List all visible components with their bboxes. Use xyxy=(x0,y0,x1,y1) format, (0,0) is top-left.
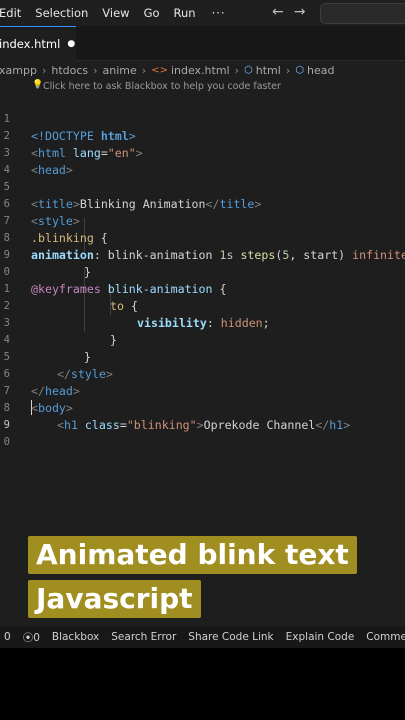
code-line-5[interactable]: 5 <title>Blinking Animation</title> xyxy=(0,162,405,211)
chevron-right-icon: › xyxy=(285,63,291,77)
menu-view[interactable]: View xyxy=(102,6,129,20)
breadcrumb-item-xampp[interactable]: xampp xyxy=(0,64,37,77)
element-cube-icon: ⬡ xyxy=(295,64,304,76)
status-explain-code[interactable]: Explain Code xyxy=(286,631,355,643)
tab-bar: index.html ● xyxy=(0,26,405,61)
chevron-right-icon: › xyxy=(141,63,147,77)
status-blackbox[interactable]: Blackbox xyxy=(52,631,99,643)
errors-count[interactable]: 0 xyxy=(4,631,11,643)
element-cube-icon: ⬡ xyxy=(244,64,253,76)
caption-line-2: Javascript xyxy=(28,580,201,618)
blackbox-hint[interactable]: 💡 Click here to ask Blackbox to help you… xyxy=(0,80,405,94)
caption-line-1: Animated blink text xyxy=(28,536,357,574)
code-line-10[interactable]: 0 @keyframes blink-animation { xyxy=(0,247,405,296)
arrow-right-icon[interactable]: → xyxy=(294,4,306,20)
menu-bar: Edit Selection View Go Run ··· ← → xyxy=(0,0,405,26)
breadcrumb: xampp › htdocs › anime › <> index.html ›… xyxy=(0,62,405,78)
tab-index-html[interactable]: index.html ● xyxy=(0,26,76,61)
warnings-indicator[interactable]: ⦿0 xyxy=(23,630,40,645)
video-letterbox xyxy=(0,648,405,720)
tab-label: index.html xyxy=(0,37,61,51)
code-line-16[interactable]: 6 </head> xyxy=(0,349,405,398)
breadcrumb-item-head[interactable]: head xyxy=(307,64,334,77)
status-search-error[interactable]: Search Error xyxy=(111,631,176,643)
html-file-icon: <> xyxy=(151,64,168,76)
code-line-8[interactable]: 8 animation: blink-animation 1s steps(5,… xyxy=(0,213,405,262)
status-share-code-link[interactable]: Share Code Link xyxy=(188,631,273,643)
menu-run[interactable]: Run xyxy=(174,6,196,20)
arrow-left-icon[interactable]: ← xyxy=(272,4,284,20)
code-line-12[interactable]: 2 visibility: hidden; xyxy=(0,281,405,330)
chevron-right-icon: › xyxy=(93,63,98,77)
text-cursor xyxy=(31,400,32,415)
line-number: 0 xyxy=(3,436,10,448)
menu-selection[interactable]: Selection xyxy=(35,6,88,20)
menu-more-button[interactable]: ··· xyxy=(212,6,226,20)
code-line-7[interactable]: 7 .blinking { xyxy=(0,196,405,245)
code-line-20[interactable]: 0 xyxy=(0,417,405,448)
code-line-11[interactable]: 1 to { xyxy=(0,264,405,313)
status-bar: 0 ⦿0 Blackbox Search Error Share Code Li… xyxy=(0,626,405,648)
code-line-13[interactable]: 3 } xyxy=(0,298,405,347)
code-line-6[interactable]: 6 <style> xyxy=(0,179,405,228)
broadcast-icon: ⦿ xyxy=(22,631,34,644)
menu-go[interactable]: Go xyxy=(144,6,160,20)
code-line-19[interactable]: 9 xyxy=(0,400,405,431)
breadcrumb-item-html[interactable]: html xyxy=(256,64,281,77)
code-line-14[interactable]: 4 } xyxy=(0,315,405,364)
code-line-15[interactable]: 5 </style> xyxy=(0,332,405,381)
code-line-18[interactable]: 8 <h1 class="blinking">Oprekode Channel<… xyxy=(0,383,405,432)
code-line-17[interactable]: 7 <body> xyxy=(0,366,405,415)
hint-text: Click here to ask Blackbox to help you c… xyxy=(43,81,281,92)
breadcrumb-item-index-html[interactable]: index.html xyxy=(171,64,230,77)
warnings-count: 0 xyxy=(33,631,40,644)
code-line-4[interactable]: 4 xyxy=(0,145,405,176)
code-line-3[interactable]: 3 <head> xyxy=(0,128,405,177)
breadcrumb-item-htdocs[interactable]: htdocs xyxy=(51,64,88,77)
code-line-2[interactable]: 2 <html lang="en"> xyxy=(0,111,405,160)
lightbulb-icon: 💡 xyxy=(32,80,44,90)
code-line-1[interactable]: 1 <!DOCTYPE html> xyxy=(0,94,405,143)
nav-arrows: ← → xyxy=(272,4,315,20)
unsaved-dot-icon[interactable]: ● xyxy=(67,39,75,49)
breadcrumb-item-anime[interactable]: anime xyxy=(103,64,137,77)
status-comment-code[interactable]: Comment Code xyxy=(366,631,405,643)
chevron-right-icon: › xyxy=(41,63,47,77)
code-line-9[interactable]: 9 } xyxy=(0,230,405,279)
command-center-search[interactable] xyxy=(320,3,405,24)
chevron-right-icon: › xyxy=(234,63,240,77)
menu-edit[interactable]: Edit xyxy=(0,6,21,20)
